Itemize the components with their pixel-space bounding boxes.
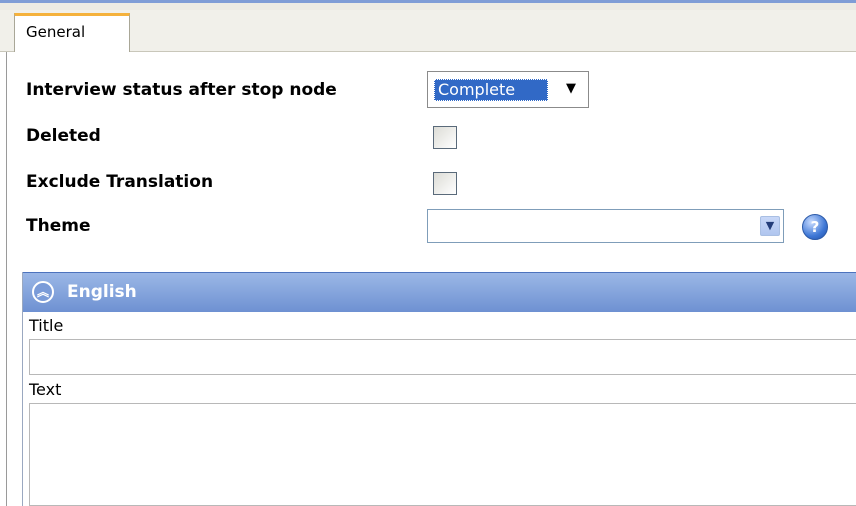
exclude-translation-checkbox[interactable] <box>433 172 457 195</box>
theme-label: Theme <box>26 216 91 236</box>
tab-general[interactable]: General <box>14 13 130 52</box>
text-textarea[interactable] <box>29 403 856 506</box>
title-input[interactable] <box>29 339 856 375</box>
interview-status-label: Interview status after stop node <box>26 80 337 100</box>
double-chevron-up-icon[interactable]: ︽ <box>32 281 54 303</box>
interview-status-select[interactable]: Complete ▼ <box>427 71 589 108</box>
tab-general-label: General <box>26 23 86 41</box>
triangle-down-icon[interactable]: ▼ <box>566 79 576 99</box>
chevron-down-icon[interactable]: ▼ <box>760 216 780 236</box>
tab-strip: General <box>0 10 856 52</box>
window-top-bar <box>0 0 856 10</box>
language-panel-title: English <box>67 282 137 302</box>
language-panel-header[interactable]: ︽ English <box>23 272 856 312</box>
deleted-checkbox[interactable] <box>433 126 457 149</box>
exclude-translation-label: Exclude Translation <box>26 172 214 192</box>
theme-select[interactable]: ▼ <box>427 209 784 243</box>
content-border <box>6 52 7 506</box>
deleted-label: Deleted <box>26 126 101 146</box>
text-field-label: Text <box>29 380 62 399</box>
question-mark-icon[interactable]: ? <box>802 214 828 240</box>
language-panel-english: ︽ English Title Text <box>22 272 856 506</box>
title-field-label: Title <box>29 316 64 335</box>
interview-status-value: Complete <box>434 79 548 101</box>
